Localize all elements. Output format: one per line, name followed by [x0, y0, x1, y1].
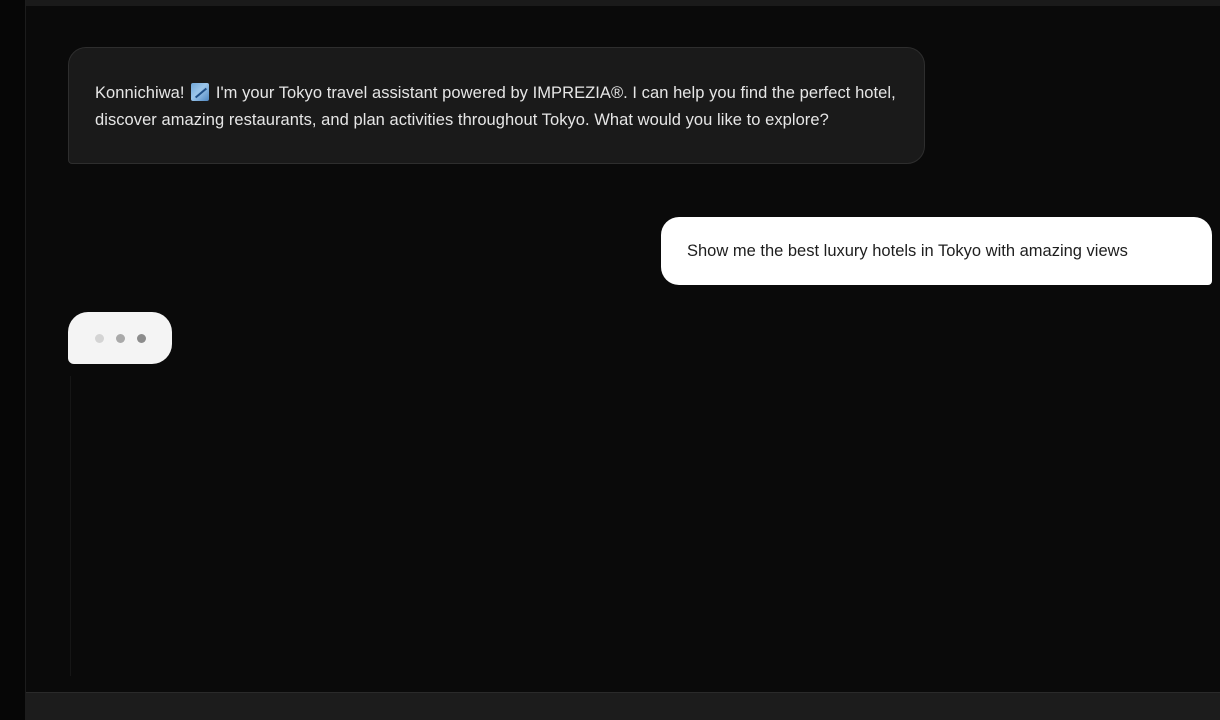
typing-indicator	[68, 312, 172, 364]
input-bar[interactable]	[26, 692, 1220, 720]
user-message: Show me the best luxury hotels in Tokyo …	[661, 217, 1212, 285]
japan-flag-icon	[191, 83, 210, 101]
chat-messages[interactable]: Konnichiwa! I'm your Tokyo travel assist…	[26, 6, 1220, 692]
divider	[70, 376, 71, 676]
typing-dot	[94, 333, 104, 343]
assistant-message-greeting: Konnichiwa!	[95, 84, 185, 102]
left-rail	[0, 0, 26, 720]
chat-window: Konnichiwa! I'm your Tokyo travel assist…	[0, 0, 1220, 720]
assistant-message-text: I'm your Tokyo travel assistant powered …	[95, 84, 896, 129]
typing-dot	[115, 333, 125, 343]
assistant-message: Konnichiwa! I'm your Tokyo travel assist…	[68, 47, 925, 164]
typing-dot	[136, 333, 146, 343]
user-message-text: Show me the best luxury hotels in Tokyo …	[687, 241, 1128, 260]
